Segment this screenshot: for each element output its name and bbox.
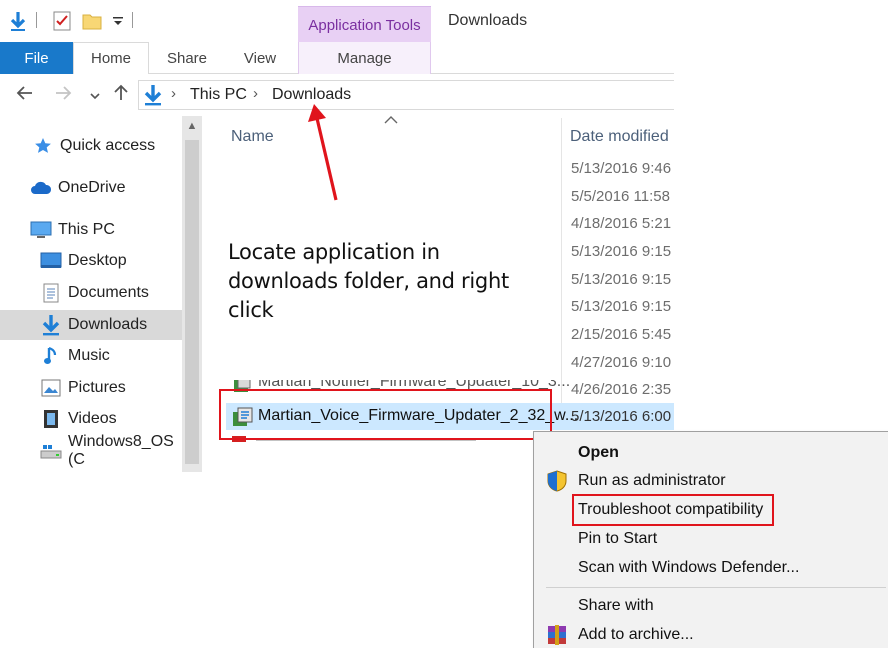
column-header-date-modified[interactable]: Date modified bbox=[570, 128, 669, 146]
uac-shield-icon bbox=[546, 470, 568, 492]
date-modified-cell: 4/26/2016 2:35 bbox=[571, 381, 672, 398]
sidebar-item-this-pc[interactable]: This PC bbox=[0, 215, 182, 245]
quick-access-toolbar bbox=[0, 0, 300, 42]
menu-item-open[interactable]: Open bbox=[578, 444, 619, 462]
date-modified-cell: 4/27/2016 9:10 bbox=[571, 354, 672, 371]
sidebar-item-label: This PC bbox=[58, 221, 115, 238]
menu-item-scan-with-windows-defender[interactable]: Scan with Windows Defender... bbox=[578, 559, 799, 577]
download-arrow-icon bbox=[143, 84, 163, 111]
tab-view[interactable]: View bbox=[225, 42, 295, 74]
sidebar-item-documents[interactable]: Documents bbox=[0, 278, 182, 308]
properties-icon[interactable] bbox=[52, 10, 72, 32]
date-modified-cell: 5/13/2016 9:15 bbox=[571, 271, 672, 288]
forward-arrow-icon[interactable] bbox=[52, 84, 74, 107]
music-note-icon bbox=[40, 345, 62, 367]
drive-icon bbox=[40, 440, 62, 462]
annotation-arrow-icon bbox=[308, 104, 338, 201]
tab-manage[interactable]: Manage bbox=[298, 42, 431, 74]
pictures-icon bbox=[40, 377, 62, 399]
sidebar-item-label: Desktop bbox=[68, 252, 127, 269]
date-modified-cell: 5/13/2016 6:00 bbox=[571, 408, 672, 425]
breadcrumb-chevron-icon[interactable]: › bbox=[171, 85, 176, 102]
sidebar-item-label: Quick access bbox=[60, 137, 156, 154]
sidebar-item-windows8-os[interactable]: Windows8_OS (C bbox=[0, 433, 182, 468]
application-tools-label: Application Tools bbox=[308, 17, 421, 34]
scroll-up-arrow-icon[interactable]: ▲ bbox=[182, 120, 202, 132]
ribbon-tabs: File Home Share View Manage bbox=[0, 42, 674, 75]
sort-ascending-icon bbox=[384, 112, 398, 128]
tab-file[interactable]: File bbox=[0, 42, 73, 74]
navigation-pane-scrollbar[interactable]: ▲ bbox=[182, 116, 202, 472]
date-modified-cell: 5/13/2016 9:15 bbox=[571, 243, 672, 260]
recent-locations-chevron-icon[interactable] bbox=[84, 86, 106, 107]
sidebar-item-label: Downloads bbox=[68, 316, 148, 333]
menu-item-add-to-archive[interactable]: Add to archive... bbox=[578, 626, 694, 644]
download-arrow-icon bbox=[40, 314, 62, 336]
date-modified-cell: 2/15/2016 5:45 bbox=[571, 326, 672, 343]
menu-item-run-as-administrator[interactable]: Run as administrator bbox=[578, 472, 726, 490]
menu-item-pin-to-start[interactable]: Pin to Start bbox=[578, 530, 657, 548]
download-arrow-icon[interactable] bbox=[8, 10, 28, 32]
sidebar-item-music[interactable]: Music bbox=[0, 341, 182, 371]
scrollbar-thumb[interactable] bbox=[185, 140, 199, 464]
sidebar-item-label: OneDrive bbox=[58, 179, 126, 196]
sidebar-item-label: Windows8_OS (C bbox=[68, 433, 174, 468]
sidebar-item-videos[interactable]: Videos bbox=[0, 404, 182, 434]
column-header-name[interactable]: Name bbox=[231, 128, 274, 146]
breadcrumb-chevron-icon[interactable]: › bbox=[253, 85, 258, 102]
sidebar-item-onedrive[interactable]: OneDrive bbox=[0, 173, 182, 203]
date-modified-cell: 4/18/2016 5:21 bbox=[571, 215, 672, 232]
application-tools-tab-group: Application Tools bbox=[298, 6, 431, 42]
menu-item-share-with[interactable]: Share with bbox=[578, 597, 654, 615]
sidebar-item-label: Videos bbox=[68, 410, 117, 427]
menu-separator bbox=[546, 587, 886, 588]
date-modified-cell: 5/13/2016 9:46 bbox=[571, 160, 672, 177]
documents-icon bbox=[40, 282, 62, 304]
computer-icon bbox=[30, 219, 52, 241]
sidebar-item-quick-access[interactable]: Quick access bbox=[0, 131, 182, 161]
star-icon bbox=[32, 135, 54, 157]
date-modified-cell: 5/13/2016 9:15 bbox=[571, 298, 672, 315]
address-bar[interactable]: › This PC › Downloads bbox=[138, 80, 674, 110]
desktop-icon bbox=[40, 250, 62, 272]
up-arrow-icon[interactable] bbox=[110, 84, 132, 107]
film-icon bbox=[40, 408, 62, 430]
sidebar-item-desktop[interactable]: Desktop bbox=[0, 246, 182, 276]
new-folder-icon[interactable] bbox=[82, 10, 102, 32]
sidebar-item-downloads[interactable]: Downloads bbox=[0, 310, 182, 340]
highlight-box-troubleshoot bbox=[572, 494, 774, 526]
cloud-icon bbox=[30, 177, 52, 199]
context-menu: Open Run as administrator Troubleshoot c… bbox=[533, 431, 888, 648]
date-modified-cell: 5/5/2016 11:58 bbox=[571, 188, 670, 205]
sidebar-item-label: Music bbox=[68, 347, 110, 364]
back-arrow-icon[interactable] bbox=[14, 84, 36, 107]
toolbar-divider bbox=[36, 12, 37, 28]
highlight-box-selected-file bbox=[219, 389, 552, 440]
tab-home[interactable]: Home bbox=[73, 42, 149, 75]
sidebar-item-label: Documents bbox=[68, 284, 149, 301]
annotation-text: Locate application in downloads folder, … bbox=[228, 240, 509, 322]
window-title: Downloads bbox=[448, 12, 528, 29]
winrar-icon bbox=[546, 624, 568, 646]
toolbar-divider bbox=[132, 12, 133, 28]
sidebar-item-label: Pictures bbox=[68, 379, 126, 396]
navigation-pane: Quick access OneDrive This PC Desktop Do… bbox=[0, 116, 182, 476]
sidebar-item-pictures[interactable]: Pictures bbox=[0, 373, 182, 403]
customize-toolbar-icon[interactable] bbox=[108, 10, 128, 32]
tab-share[interactable]: Share bbox=[149, 42, 225, 74]
breadcrumb-this-pc[interactable]: This PC bbox=[190, 86, 247, 104]
